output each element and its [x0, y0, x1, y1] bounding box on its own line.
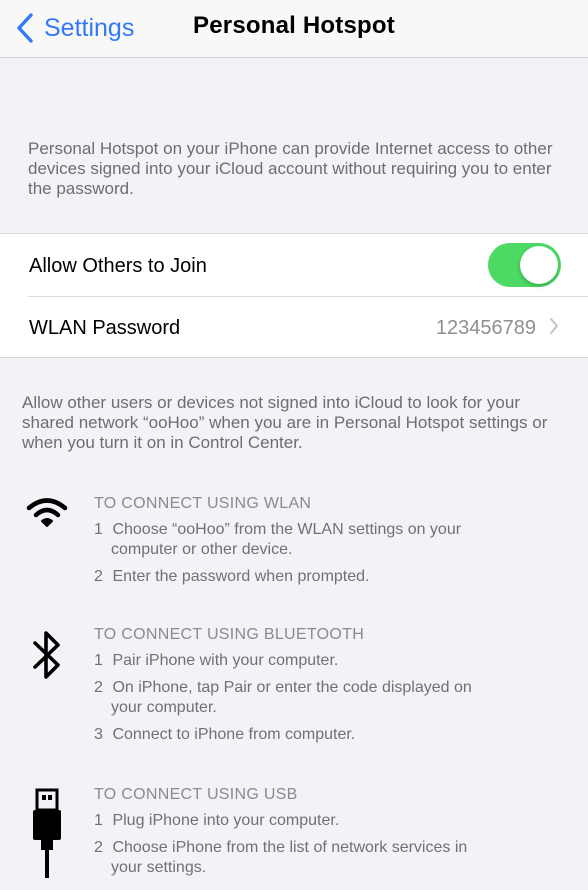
usb-icon [33, 788, 61, 878]
usb-heading: TO CONNECT USING USB [94, 786, 298, 803]
allow-others-label: Allow Others to Join [29, 255, 207, 277]
step-text-continued: computer or other device. [111, 541, 293, 558]
step-number: 1 [94, 812, 103, 829]
bluetooth-step: 1 Pair iPhone with your computer. [94, 651, 574, 671]
intro-description: Personal Hotspot on your iPhone can prov… [28, 139, 553, 198]
bluetooth-instructions: TO CONNECT USING BLUETOOTH 1 Pair iPhone… [94, 626, 574, 752]
bluetooth-step: 2 On iPhone, tap Pair or enter the code … [94, 678, 574, 718]
wlan-heading: TO CONNECT USING WLAN [94, 495, 312, 512]
navigation-bar: Settings Personal Hotspot [0, 0, 588, 58]
usb-step: 1 Plug iPhone into your computer. [94, 811, 574, 831]
wlan-step: 2 Enter the password when prompted. [94, 567, 574, 587]
step-number: 2 [94, 679, 103, 696]
step-text-continued: your computer. [111, 699, 217, 716]
wlan-instructions: TO CONNECT USING WLAN 1 Choose “ooHoo” f… [94, 495, 574, 594]
allow-others-toggle[interactable] [488, 243, 561, 287]
wlan-password-label: WLAN Password [29, 317, 181, 339]
step-text: Choose iPhone from the list of network s… [112, 839, 468, 856]
bluetooth-heading: TO CONNECT USING BLUETOOTH [94, 626, 365, 643]
wifi-icon [26, 498, 68, 527]
page-title: Personal Hotspot [193, 12, 395, 39]
usb-instructions: TO CONNECT USING USB 1 Plug iPhone into … [94, 786, 574, 885]
bluetooth-step: 3 Connect to iPhone from computer. [94, 725, 574, 745]
usb-step: 2 Choose iPhone from the list of network… [94, 838, 574, 878]
allow-others-row: Allow Others to Join [0, 234, 588, 296]
step-number: 2 [94, 839, 103, 856]
chevron-right-icon [550, 318, 558, 334]
toggle-knob [520, 246, 558, 284]
discoverability-note: Allow other users or devices not signed … [22, 393, 548, 452]
step-text: Plug iPhone into your computer. [112, 812, 340, 829]
wlan-step: 1 Choose “ooHoo” from the WLAN settings … [94, 520, 574, 560]
step-number: 3 [94, 726, 103, 743]
wlan-password-value: 123456789 [435, 317, 536, 339]
step-text: Enter the password when prompted. [112, 568, 370, 585]
step-text: Connect to iPhone from computer. [112, 726, 356, 743]
settings-group: Allow Others to Join WLAN Password 12345… [0, 233, 588, 358]
step-text-continued: your settings. [111, 859, 207, 876]
step-text: Pair iPhone with your computer. [112, 652, 339, 669]
step-text: On iPhone, tap Pair or enter the code di… [112, 679, 472, 696]
bluetooth-icon [33, 631, 60, 679]
step-text: Choose “ooHoo” from the WLAN settings on… [112, 521, 462, 538]
step-number: 2 [94, 568, 103, 585]
step-number: 1 [94, 521, 103, 538]
step-number: 1 [94, 652, 103, 669]
wlan-password-row[interactable]: WLAN Password 123456789 [0, 296, 588, 358]
